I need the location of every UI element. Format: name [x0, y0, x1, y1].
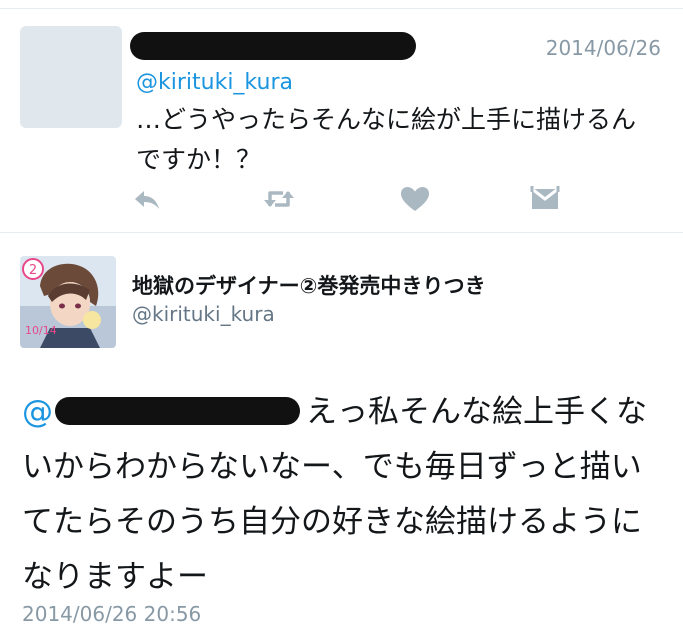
- heart-icon: [401, 187, 429, 211]
- tweet-text: @ えっ私そんな絵上手くないからわからないなー、でも毎日ずっと描いてたらそのうち自…: [22, 385, 662, 605]
- retweet-button[interactable]: [262, 182, 296, 216]
- mention-link[interactable]: @kirituki_kura: [136, 70, 293, 95]
- display-name[interactable]: 地獄のデザイナー②巻発売中きりつき: [132, 270, 486, 300]
- tweet-divider: [0, 232, 683, 233]
- svg-text:2: 2: [29, 263, 37, 278]
- user-avatar[interactable]: 2 10/14: [20, 256, 116, 348]
- redacted-display-name: [130, 32, 416, 60]
- avatar-illustration-icon: 2 10/14: [20, 256, 116, 348]
- tweet-actions: [130, 182, 580, 216]
- reply-button[interactable]: [130, 182, 164, 216]
- reply-icon: [135, 191, 159, 209]
- retweet-icon: [264, 191, 294, 207]
- mention-link[interactable]: @: [22, 394, 53, 430]
- redacted-avatar[interactable]: [20, 26, 122, 128]
- tweet-date: 2014/06/26: [545, 36, 661, 60]
- direct-message-button[interactable]: [528, 182, 562, 216]
- tweet-text: …どうやったらそんなに絵が上手に描けるんですか！？: [136, 105, 637, 174]
- like-button[interactable]: [398, 182, 432, 216]
- svg-text:10/14: 10/14: [25, 324, 57, 337]
- top-divider: [0, 8, 683, 9]
- direct-message-icon: [530, 186, 560, 209]
- redacted-mention: [55, 397, 300, 425]
- tweet-timestamp[interactable]: 2014/06/26 20:56: [22, 602, 201, 626]
- user-handle[interactable]: @kirituki_kura: [132, 302, 275, 326]
